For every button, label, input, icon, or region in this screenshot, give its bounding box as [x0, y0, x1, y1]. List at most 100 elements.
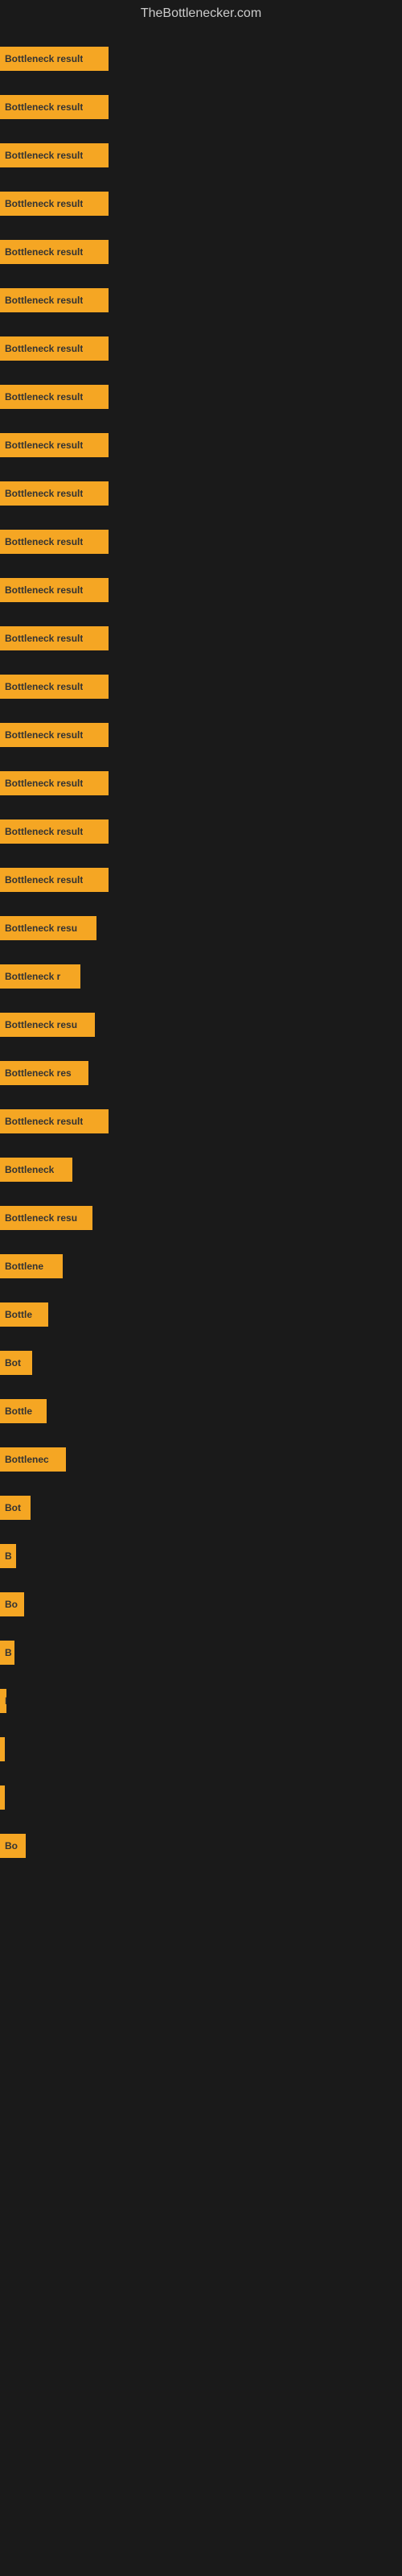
- bottleneck-bar: Bottleneck result: [0, 819, 109, 844]
- bar-row: Bottleneck result: [0, 1098, 402, 1145]
- bottleneck-bar: Bottleneck result: [0, 288, 109, 312]
- bar-label: Bottleneck result: [5, 246, 83, 258]
- bars-container: Bottleneck result Bottleneck result Bottle…: [0, 27, 402, 1879]
- bar-row: B: [0, 1629, 402, 1676]
- bottleneck-bar: Bottleneck result: [0, 47, 109, 71]
- bar-label: Bottleneck result: [5, 198, 83, 209]
- bottleneck-bar: Bottleneck result: [0, 771, 109, 795]
- bar-row: Bottleneck result: [0, 277, 402, 324]
- bar-row: Bottle: [0, 1291, 402, 1338]
- bar-row: Bottleneck result: [0, 180, 402, 227]
- bar-row: Bottleneck result: [0, 229, 402, 275]
- bar-label: Bottleneck result: [5, 53, 83, 64]
- bottleneck-bar: Bot: [0, 1496, 31, 1520]
- bottleneck-bar: Bot: [0, 1351, 32, 1375]
- bar-label: Bottleneck result: [5, 536, 83, 547]
- bar-label: I: [5, 1695, 6, 1707]
- bar-row: Bottlene: [0, 1243, 402, 1290]
- bottleneck-bar: Bottlene: [0, 1254, 63, 1278]
- bar-row: Bottleneck result: [0, 84, 402, 130]
- bar-label: Bottleneck result: [5, 295, 83, 306]
- bottleneck-bar: Bottleneck result: [0, 481, 109, 506]
- bottleneck-bar: [0, 1785, 5, 1810]
- bottleneck-bar: Bo: [0, 1592, 24, 1616]
- bar-row: Bottleneck result: [0, 325, 402, 372]
- bottleneck-bar: Bottleneck result: [0, 578, 109, 602]
- bottleneck-bar: Bottleneck result: [0, 143, 109, 167]
- bar-row: Bo: [0, 1823, 402, 1869]
- bar-row: Bottleneck resu: [0, 1195, 402, 1241]
- bar-row: Bottleneck result: [0, 518, 402, 565]
- bar-label: Bottleneck result: [5, 391, 83, 402]
- bar-row: Bottleneck: [0, 1146, 402, 1193]
- bar-label: Bottle: [5, 1406, 32, 1417]
- bottleneck-bar: Bottleneck result: [0, 530, 109, 554]
- bottleneck-bar: Bottleneck result: [0, 95, 109, 119]
- bar-label: Bottleneck result: [5, 778, 83, 789]
- bar-row: B: [0, 1533, 402, 1579]
- bottleneck-bar: Bottlenec: [0, 1447, 66, 1472]
- bar-row: Bottleneck result: [0, 35, 402, 82]
- bar-row: Bottleneck result: [0, 760, 402, 807]
- bar-row: Bottleneck result: [0, 422, 402, 469]
- bar-label: Bottleneck resu: [5, 923, 77, 934]
- bar-label: Bottleneck result: [5, 101, 83, 113]
- bar-row: Bottlenec: [0, 1436, 402, 1483]
- bar-row: Bot: [0, 1484, 402, 1531]
- bottleneck-bar: I: [0, 1689, 6, 1713]
- bottleneck-bar: Bottleneck result: [0, 675, 109, 699]
- site-title: TheBottlenecker.com: [0, 0, 402, 27]
- bottleneck-bar: Bottleneck result: [0, 723, 109, 747]
- bar-row: Bottleneck resu: [0, 1001, 402, 1048]
- bar-label: Bo: [5, 1599, 18, 1610]
- bar-row: Bottleneck result: [0, 470, 402, 517]
- bar-label: Bot: [5, 1357, 21, 1368]
- bar-label: Bot: [5, 1502, 21, 1513]
- bottleneck-bar: Bottleneck: [0, 1158, 72, 1182]
- bar-row: Bottleneck result: [0, 808, 402, 855]
- bar-label: Bottleneck result: [5, 826, 83, 837]
- bar-label: Bottleneck: [5, 1164, 54, 1175]
- bar-label: Bottleneck res: [5, 1067, 72, 1079]
- bar-label: Bottleneck result: [5, 633, 83, 644]
- bar-label: Bottleneck result: [5, 874, 83, 886]
- bottleneck-bar: Bottleneck result: [0, 240, 109, 264]
- bottleneck-bar: Bottleneck resu: [0, 1013, 95, 1037]
- bar-row: [0, 1774, 402, 1821]
- bottleneck-bar: Bottleneck result: [0, 626, 109, 650]
- bar-row: Bottleneck result: [0, 374, 402, 420]
- bar-row: Bottleneck res: [0, 1050, 402, 1096]
- bottleneck-bar: Bo: [0, 1834, 26, 1858]
- bar-label: Bottleneck result: [5, 440, 83, 451]
- bar-label: Bottleneck result: [5, 1116, 83, 1127]
- bar-label: B: [5, 1550, 12, 1562]
- bar-row: Bottleneck resu: [0, 905, 402, 952]
- bottleneck-bar: Bottleneck result: [0, 1109, 109, 1133]
- bar-label: Bottleneck r: [5, 971, 60, 982]
- bar-label: Bottleneck result: [5, 584, 83, 596]
- bar-row: Bottleneck result: [0, 712, 402, 758]
- bottleneck-bar: B: [0, 1641, 14, 1665]
- bottleneck-bar: Bottle: [0, 1399, 47, 1423]
- bottleneck-bar: B: [0, 1544, 16, 1568]
- bar-label: Bottleneck result: [5, 681, 83, 692]
- bar-row: Bottleneck result: [0, 615, 402, 662]
- bar-label: B: [5, 1647, 12, 1658]
- bar-row: Bottleneck result: [0, 663, 402, 710]
- bottleneck-bar: Bottleneck result: [0, 868, 109, 892]
- bar-label: Bottleneck resu: [5, 1212, 77, 1224]
- bottleneck-bar: Bottleneck r: [0, 964, 80, 989]
- bar-label: Bottlene: [5, 1261, 43, 1272]
- bar-row: I: [0, 1678, 402, 1724]
- bar-label: Bottleneck result: [5, 343, 83, 354]
- bottleneck-bar: Bottleneck resu: [0, 916, 96, 940]
- bar-row: [0, 1726, 402, 1773]
- bottleneck-bar: Bottleneck result: [0, 192, 109, 216]
- bar-label: Bottleneck result: [5, 150, 83, 161]
- bar-label: Bottleneck resu: [5, 1019, 77, 1030]
- bar-label: Bo: [5, 1840, 18, 1852]
- bar-row: Bottleneck result: [0, 132, 402, 179]
- bar-label: Bottle: [5, 1309, 32, 1320]
- bottleneck-bar: Bottleneck resu: [0, 1206, 92, 1230]
- bar-row: Bottleneck result: [0, 567, 402, 613]
